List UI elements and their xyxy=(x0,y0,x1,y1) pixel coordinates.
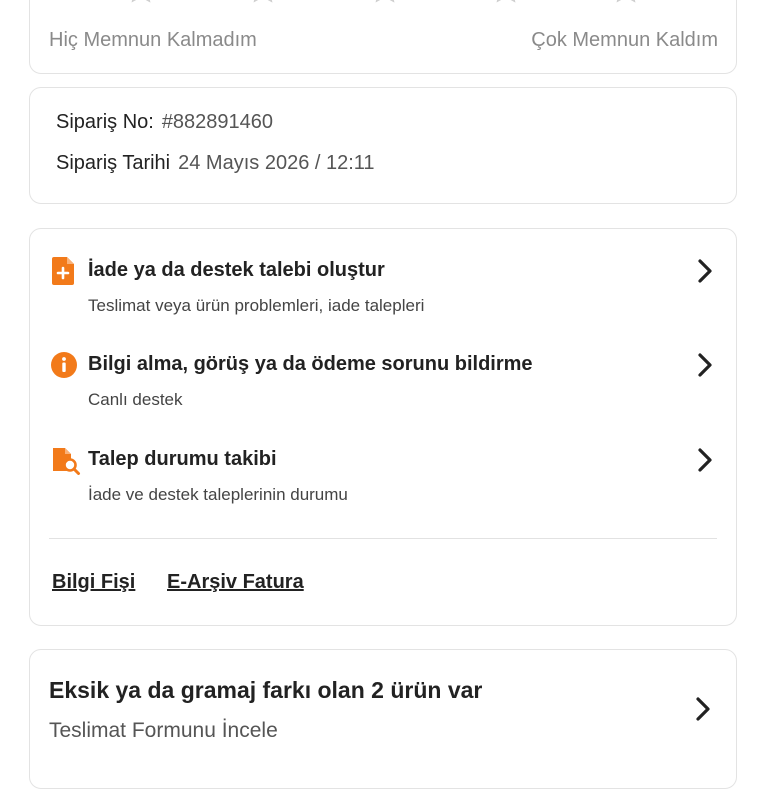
star-icon[interactable] xyxy=(367,0,403,7)
chevron-right-icon xyxy=(698,448,712,472)
star-icon[interactable] xyxy=(123,0,159,7)
create-return-request-item[interactable]: İade ya da destek talebi oluştur Teslima… xyxy=(30,256,736,336)
order-number-value: #882891460 xyxy=(161,111,274,133)
document-search-icon xyxy=(53,448,80,475)
chevron-right-icon xyxy=(698,353,712,377)
rating-high-label: Çok Memnun Kaldım xyxy=(531,29,718,51)
divider xyxy=(49,538,717,539)
document-plus-icon xyxy=(52,257,74,285)
e-archive-invoice-link[interactable]: E-Arşiv Fatura xyxy=(167,571,304,594)
item-subtitle: Canlı destek xyxy=(88,390,183,409)
rating-card: Hiç Memnun Kalmadım Çok Memnun Kaldım xyxy=(29,0,737,74)
star-icon[interactable] xyxy=(608,0,644,7)
chevron-right-icon xyxy=(696,697,710,721)
receipt-link[interactable]: Bilgi Fişi xyxy=(52,571,135,594)
order-number-label: Sipariş No: xyxy=(56,111,154,133)
support-card: İade ya da destek talebi oluştur Teslima… xyxy=(29,228,737,626)
item-title: Bilgi alma, görüş ya da ödeme sorunu bil… xyxy=(88,353,533,375)
chevron-right-icon xyxy=(698,259,712,283)
delivery-form-link[interactable]: Teslimat Formunu İncele xyxy=(49,719,278,743)
order-info-card: Sipariş No: #882891460 Sipariş Tarihi 24 M… xyxy=(29,87,737,204)
order-number-row: Sipariş No: #882891460 xyxy=(56,111,273,134)
star-rating[interactable] xyxy=(30,0,736,9)
missing-items-title: Eksik ya da gramaj farkı olan 2 ürün var xyxy=(49,677,483,703)
order-date-row: Sipariş Tarihi 24 Mayıs 2026 / 12:11 xyxy=(56,152,375,175)
item-title: İade ya da destek talebi oluştur xyxy=(88,259,385,281)
item-title: Talep durumu takibi xyxy=(88,448,277,470)
order-date-value: 24 Mayıs 2026 / 12:11 xyxy=(178,152,375,174)
order-date-label: Sipariş Tarihi xyxy=(56,152,171,174)
info-icon xyxy=(51,352,77,378)
rating-low-label: Hiç Memnun Kalmadım xyxy=(49,29,257,51)
item-subtitle: Teslimat veya ürün problemleri, iade tal… xyxy=(88,296,425,315)
missing-items-card[interactable]: Eksik ya da gramaj farkı olan 2 ürün var… xyxy=(29,649,737,789)
star-icon[interactable] xyxy=(488,0,524,7)
item-subtitle: İade ve destek taleplerinin durumu xyxy=(88,485,348,504)
live-support-item[interactable]: Bilgi alma, görüş ya da ödeme sorunu bil… xyxy=(30,350,736,430)
star-icon[interactable] xyxy=(245,0,281,7)
request-status-item[interactable]: Talep durumu takibi İade ve destek talep… xyxy=(30,445,736,525)
